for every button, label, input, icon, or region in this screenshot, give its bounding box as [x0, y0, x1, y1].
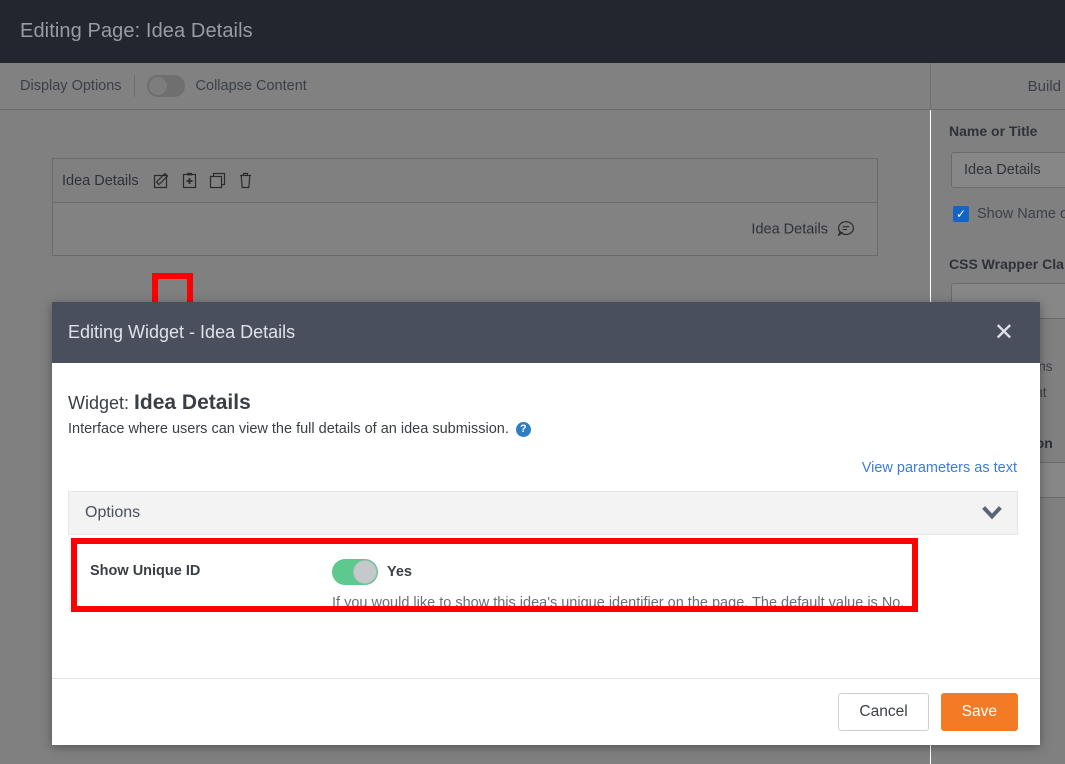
widget-description: Interface where users can view the full …	[68, 421, 1018, 437]
widget-card-body: Idea Details	[53, 203, 877, 255]
close-icon[interactable]: ✕	[990, 319, 1018, 347]
show-name-checkbox[interactable]: ✓	[953, 206, 969, 222]
modal-title: Editing Widget - Idea Details	[68, 322, 295, 343]
collapse-content-label: Collapse Content	[196, 78, 307, 94]
chevron-down-icon[interactable]	[981, 505, 1003, 521]
option-label: Show Unique ID	[90, 559, 332, 611]
help-icon[interactable]: ?	[516, 422, 531, 437]
toggle-value-label: Yes	[387, 564, 412, 580]
edit-icon[interactable]	[153, 172, 170, 189]
option-control: Yes If you would like to show this idea'…	[332, 559, 1014, 611]
save-button[interactable]: Save	[941, 693, 1018, 731]
widget-prefix-label: Widget:	[68, 393, 129, 413]
show-name-label: Show Name o	[977, 206, 1065, 222]
page-root: Editing Page: Idea Details Display Optio…	[0, 0, 1065, 764]
toolbar-divider	[134, 75, 135, 97]
name-or-title-label: Name or Title	[949, 123, 1037, 139]
display-options-toolbar: Display Options Collapse Content Build	[0, 63, 1065, 110]
widget-description-text: Interface where users can view the full …	[68, 421, 509, 437]
widget-name-line: Widget: Idea Details	[68, 391, 1018, 415]
modal-footer: Cancel Save	[52, 678, 1040, 745]
widget-card: Idea Details	[52, 158, 878, 256]
delete-icon[interactable]	[237, 172, 254, 189]
top-bar: Editing Page: Idea Details	[0, 0, 1065, 63]
show-name-row[interactable]: ✓ Show Name o	[953, 206, 1065, 222]
page-title: Editing Page: Idea Details	[0, 20, 253, 43]
add-to-clipboard-icon[interactable]	[181, 172, 198, 189]
collapse-content-toggle[interactable]	[147, 75, 185, 97]
widget-name-value: Idea Details	[134, 391, 251, 414]
widget-card-title: Idea Details	[62, 173, 139, 189]
build-label[interactable]: Build	[1028, 78, 1065, 95]
idea-details-chip[interactable]: Idea Details	[747, 218, 859, 241]
comment-bubble-icon	[836, 220, 855, 239]
chip-label: Idea Details	[751, 221, 828, 237]
modal-body: Widget: Idea Details Interface where use…	[52, 363, 1040, 678]
edit-widget-modal: Editing Widget - Idea Details ✕ Widget: …	[52, 302, 1040, 745]
toggle-knob	[149, 77, 167, 95]
display-options-label: Display Options	[0, 78, 122, 94]
duplicate-icon[interactable]	[209, 172, 226, 189]
modal-header: Editing Widget - Idea Details ✕	[52, 302, 1040, 363]
name-or-title-input[interactable]: Idea Details	[951, 152, 1065, 188]
option-help-text: If you would like to show this idea's un…	[332, 595, 1014, 611]
widget-card-header: Idea Details	[53, 159, 877, 203]
options-section-header[interactable]: Options	[68, 491, 1018, 535]
toolbar-vertical-separator	[930, 63, 931, 110]
show-unique-id-toggle[interactable]	[332, 559, 378, 585]
show-unique-id-switch-row[interactable]: Yes	[332, 559, 1014, 585]
css-wrapper-class-label: CSS Wrapper Cla	[949, 256, 1064, 272]
widget-card-actions	[153, 172, 254, 189]
view-parameters-row: View parameters as text	[68, 459, 1018, 477]
view-parameters-link[interactable]: View parameters as text	[862, 460, 1017, 476]
option-row-show-unique-id: Show Unique ID Yes If you would like to …	[68, 549, 1018, 617]
toggle-knob	[353, 560, 377, 584]
cancel-button[interactable]: Cancel	[838, 693, 928, 731]
options-section-label: Options	[85, 504, 140, 522]
